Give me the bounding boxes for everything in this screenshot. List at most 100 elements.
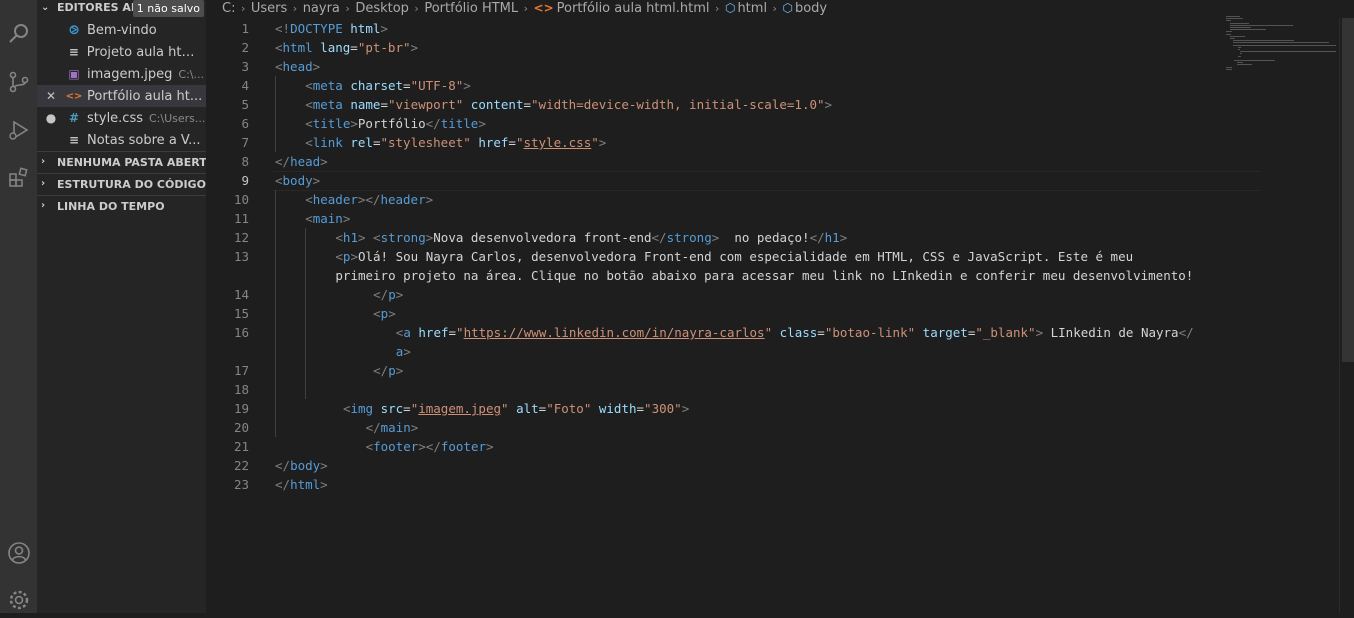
code-token: < <box>305 78 313 93</box>
breadcrumb-symbol[interactable]: body <box>795 1 827 16</box>
sidebar-section[interactable]: › ESTRUTURA DO CÓDIGO <box>37 173 206 195</box>
code-line[interactable]: primeiro projeto na área. Clique no botã… <box>335 266 1193 285</box>
code-token: </ <box>365 420 381 435</box>
open-editor-item[interactable]: ⧁ Bem-vindo <box>37 19 206 41</box>
symbol-icon: ⬡ <box>724 1 736 15</box>
code-token: "pt-br" <box>357 40 411 55</box>
search-icon[interactable] <box>0 16 37 52</box>
code-line[interactable]: <link rel="stylesheet" href="style.css"> <box>305 133 606 152</box>
editor-area[interactable]: C: › Users › nayra › Desktop › Portfólio… <box>206 0 1354 613</box>
code-line[interactable]: </main> <box>366 418 419 437</box>
code-line[interactable]: <p> <box>373 304 396 323</box>
run-debug-icon[interactable] <box>0 112 37 148</box>
line-number: 3 <box>241 59 249 74</box>
code-line[interactable]: <img src="imagem.jpeg" alt="Foto" width=… <box>343 399 689 418</box>
code-token: strong <box>666 230 712 245</box>
chevron-right-icon: › <box>520 2 532 15</box>
code-line[interactable]: </html> <box>275 475 328 494</box>
minimap[interactable] <box>1226 16 1346 76</box>
code-line[interactable]: <main> <box>305 209 350 228</box>
breadcrumb-item[interactable]: Desktop <box>355 1 409 16</box>
breadcrumb-item[interactable]: Users <box>251 1 287 16</box>
code-token: > <box>410 40 419 55</box>
code-token: > <box>312 173 321 188</box>
minimap-line <box>1237 46 1242 48</box>
code-line[interactable]: </p> <box>373 361 403 380</box>
line-number: 17 <box>233 363 249 378</box>
breadcrumb-item[interactable]: C: <box>222 1 235 16</box>
open-editor-item[interactable]: ▣ imagem.jpeg C:\... <box>37 63 206 85</box>
sidebar-section[interactable]: › LINHA DO TEMPO <box>37 195 206 217</box>
code-token: </ <box>425 116 441 131</box>
code-token: < <box>365 439 374 454</box>
account-icon[interactable] <box>0 535 37 571</box>
code-token: < <box>305 192 313 207</box>
open-editors-header[interactable]: ⌄ EDITORES AB... 1 não salvo <box>37 0 206 18</box>
code-line[interactable]: <body> <box>272 171 1264 191</box>
code-token: lang <box>320 40 351 55</box>
sidebar-section[interactable]: › NENHUMA PASTA ABERTA <box>37 151 206 173</box>
code-token: body <box>290 458 321 473</box>
code-token: > <box>478 116 486 131</box>
code-token: > <box>350 116 358 131</box>
open-editor-item[interactable]: ≡ Notas sobre a V... <box>37 129 206 151</box>
code-line[interactable]: <footer></footer> <box>366 437 494 456</box>
code-token: html <box>350 21 381 36</box>
code-line[interactable]: <h1> <strong>Nova desenvolvedora front-e… <box>335 228 847 247</box>
code-token: width <box>598 401 637 416</box>
code-token: meta <box>312 78 343 93</box>
code-token: > <box>395 287 404 302</box>
code-token: charset <box>350 78 404 93</box>
open-editor-item[interactable]: ✕ <> Portfólio aula ht... <box>37 85 206 107</box>
open-editor-item[interactable]: ≡ Projeto aula htm... <box>37 41 206 63</box>
code-token: href <box>418 325 449 340</box>
code-token: "UTF-8" <box>410 78 464 93</box>
code-line[interactable]: <html lang="pt-br"> <box>275 38 418 57</box>
code-token: < <box>305 135 313 150</box>
code-line[interactable]: </head> <box>275 152 328 171</box>
code-line[interactable]: <title>Portfólio</title> <box>305 114 486 133</box>
breadcrumb-symbol[interactable]: html <box>737 1 767 16</box>
code-line[interactable]: <meta name="viewport" content="width=dev… <box>305 95 832 114</box>
extensions-icon[interactable] <box>0 160 37 196</box>
code-token: footer <box>373 439 419 454</box>
code-line[interactable]: <meta charset="UTF-8"> <box>305 76 471 95</box>
code-token: = <box>350 40 358 55</box>
breadcrumb-file[interactable]: Portfólio aula html.html <box>557 1 710 16</box>
code-token: rel <box>350 135 373 150</box>
code-token: "Foto" <box>546 401 592 416</box>
code-line[interactable]: <a href="https://www.linkedin.com/in/nay… <box>396 323 1194 342</box>
code-line[interactable]: a> <box>396 342 411 361</box>
code-token: </ <box>275 154 291 169</box>
vertical-scrollbar[interactable] <box>1342 18 1354 362</box>
code-token: < <box>275 173 283 188</box>
code-token: </ <box>651 230 667 245</box>
chevron-right-icon: › <box>711 2 723 15</box>
code-line[interactable]: <!DOCTYPE html> <box>275 19 388 38</box>
code-line[interactable]: <head> <box>275 57 320 76</box>
code-token: Portfólio <box>357 116 426 131</box>
breadcrumb-item[interactable]: nayra <box>303 1 340 16</box>
code-line[interactable]: </body> <box>275 456 328 475</box>
close-icon[interactable]: ✕ <box>37 89 65 103</box>
minimap-line <box>1226 66 1233 68</box>
chevron-right-icon: › <box>41 178 46 189</box>
open-editor-item[interactable]: ● # style.css C:\Users... <box>37 107 206 129</box>
unsaved-dot-icon: ● <box>45 111 57 125</box>
line-number: 7 <box>241 135 249 150</box>
code-token: < <box>373 306 381 321</box>
source-control-icon[interactable] <box>0 64 37 100</box>
file-name: Portfólio aula ht... <box>87 88 203 104</box>
code-token: meta <box>312 97 343 112</box>
code-line[interactable]: <p>Olá! Sou Nayra Carlos, desenvolvedora… <box>335 247 1133 266</box>
indent-guide <box>275 76 276 152</box>
breadcrumb-item[interactable]: Portfólio HTML <box>424 1 518 16</box>
chevron-down-icon: ⌄ <box>41 2 50 13</box>
code-token: no pedaço! <box>719 230 810 245</box>
minimap-line <box>1233 40 1295 42</box>
code-line[interactable]: <header></header> <box>305 190 433 209</box>
minimap-line <box>1226 68 1233 70</box>
code-line[interactable]: </p> <box>373 285 403 304</box>
